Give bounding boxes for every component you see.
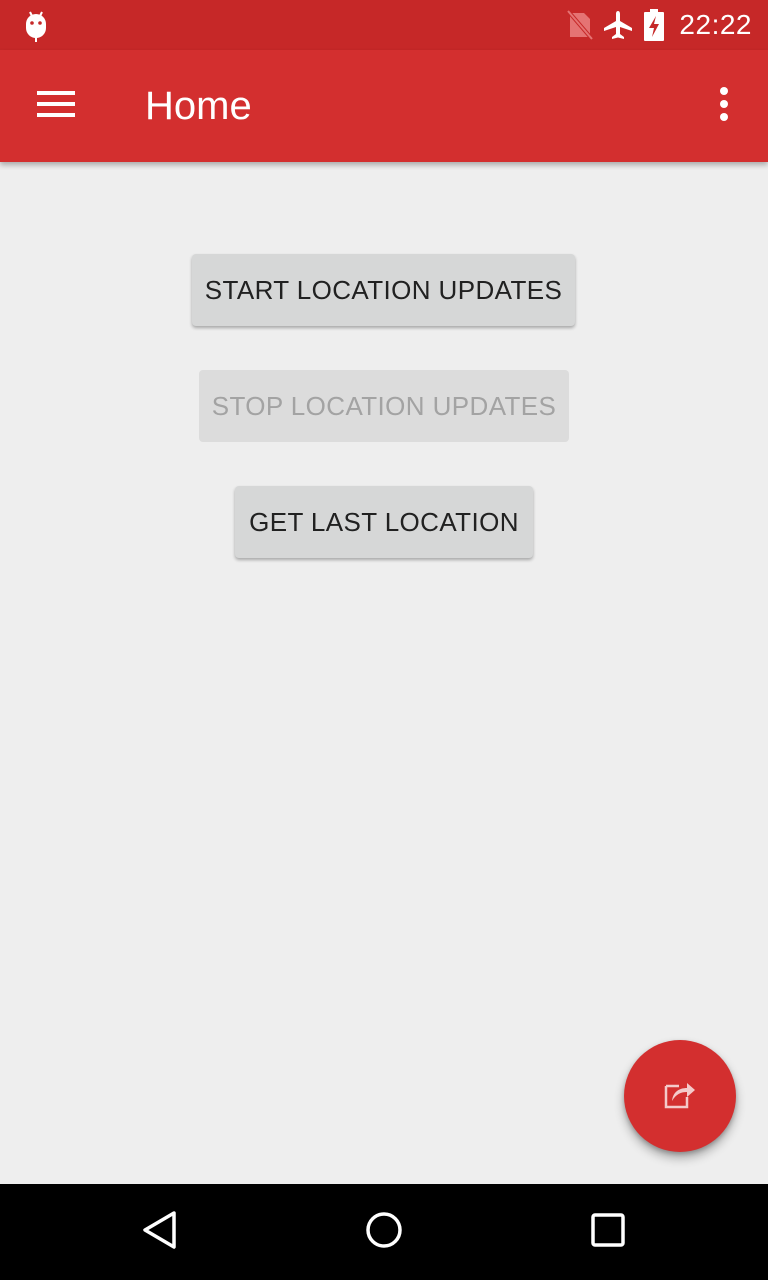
hamburger-menu-icon [37, 90, 75, 123]
battery-charging-icon [643, 9, 665, 41]
menu-button[interactable] [24, 76, 88, 136]
status-time: 22:22 [679, 9, 752, 40]
app-screen: 22:22 Home START LOCATION UPDATES STOP L… [0, 0, 768, 1280]
recents-button[interactable] [578, 1202, 638, 1262]
back-button[interactable] [130, 1202, 190, 1262]
home-button[interactable] [354, 1202, 414, 1262]
status-icons: 22:22 [567, 0, 752, 50]
overflow-menu-button[interactable] [700, 78, 748, 134]
navigation-bar [0, 1184, 768, 1280]
main-content: START LOCATION UPDATES STOP LOCATION UPD… [0, 162, 768, 1184]
status-bar: 22:22 [0, 0, 768, 50]
more-vert-icon [719, 86, 729, 126]
app-bar: Home [0, 50, 768, 162]
recents-icon [590, 1212, 626, 1253]
back-icon [141, 1210, 179, 1255]
get-last-location-button[interactable]: GET LAST LOCATION [235, 486, 533, 558]
share-edit-icon [663, 1078, 697, 1115]
no-sim-icon [567, 10, 594, 40]
home-icon [364, 1210, 404, 1255]
airplane-mode-icon [603, 10, 633, 40]
floating-action-button[interactable] [624, 1040, 736, 1152]
start-location-updates-button[interactable]: START LOCATION UPDATES [192, 254, 575, 326]
page-title: Home [145, 84, 252, 128]
android-debug-icon [24, 10, 48, 42]
stop-location-updates-button[interactable]: STOP LOCATION UPDATES [199, 370, 569, 442]
